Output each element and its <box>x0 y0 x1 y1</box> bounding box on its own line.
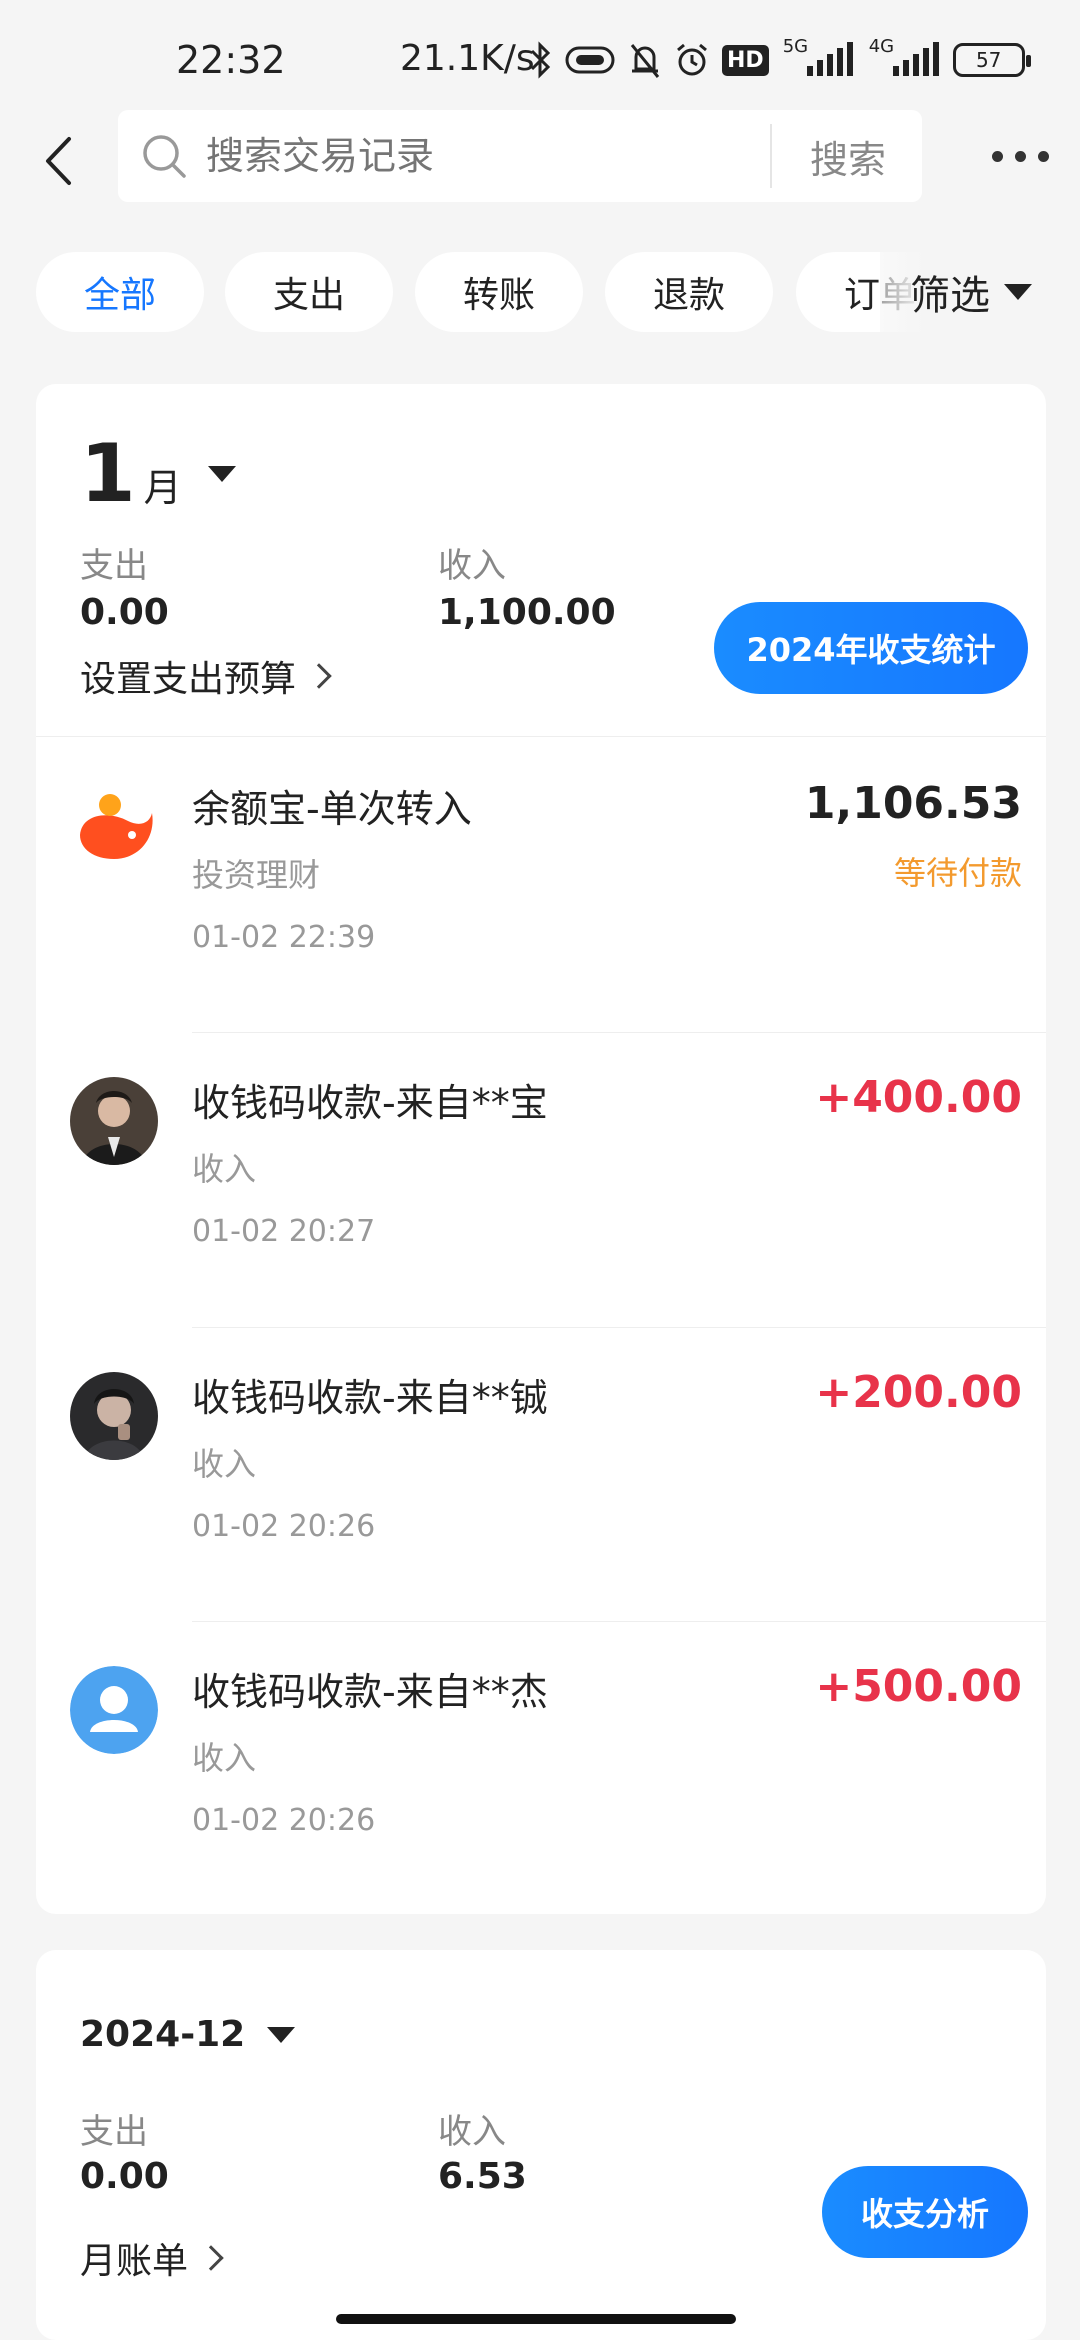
transaction-category: 收入 <box>192 1445 257 1483</box>
transaction-title: 收钱码收款-来自**杰 <box>192 1670 548 1714</box>
search-divider <box>770 124 772 188</box>
transaction-time: 01-02 20:26 <box>192 1803 376 1838</box>
dot-icon <box>1014 150 1026 162</box>
month-summary-card: 1 月 支出 0.00 收入 1,100.00 设置支出预算 2024年收支统计… <box>36 384 1046 1914</box>
status-bar: 22:32 21.1K/s HD 5G 4G 57 <box>0 0 1080 110</box>
alarm-icon <box>677 43 707 76</box>
signal-4g-icon: 4G <box>867 36 941 80</box>
monthly-bill-label: 月账单 <box>80 2241 189 2282</box>
expense-value: 0.00 <box>80 2156 169 2197</box>
vibrate-icon <box>565 46 615 74</box>
search-button[interactable]: 搜索 <box>774 110 922 202</box>
search-box: 搜索 <box>118 110 922 202</box>
transaction-row[interactable]: 余额宝-单次转入 投资理财 01-02 22:39 1,106.53 等待付款 <box>36 738 1046 1033</box>
transaction-title: 收钱码收款-来自**铖 <box>192 1376 548 1420</box>
search-icon <box>143 135 186 178</box>
expense-label: 支出 <box>80 2112 148 2152</box>
transaction-time: 01-02 22:39 <box>192 920 376 955</box>
row-divider <box>192 1327 1046 1328</box>
yuebao-icon <box>70 783 158 871</box>
user-avatar <box>70 1372 158 1460</box>
network-speed: 21.1K/s <box>400 38 535 79</box>
status-time: 22:32 <box>176 38 286 82</box>
mute-bell-icon <box>630 44 660 78</box>
transaction-amount: +400.00 <box>815 1072 1022 1123</box>
transaction-row[interactable]: 收钱码收款-来自**铖 收入 01-02 20:26 +200.00 <box>36 1327 1046 1622</box>
search-header: 搜索 <box>0 110 1080 210</box>
transaction-amount: 1,106.53 <box>804 778 1022 829</box>
expense-value: 0.00 <box>80 592 169 633</box>
filter-chip-expense[interactable]: 支出 <box>225 252 393 332</box>
transaction-amount: +200.00 <box>815 1367 1022 1418</box>
transaction-category: 投资理财 <box>192 856 321 894</box>
month-selector[interactable]: 1 月 <box>80 434 236 514</box>
month-label: 2024-12 <box>80 2014 246 2055</box>
transaction-title: 收钱码收款-来自**宝 <box>192 1081 548 1125</box>
income-value: 1,100.00 <box>438 592 616 633</box>
signal-5g-icon: 5G <box>781 36 855 80</box>
income-value: 6.53 <box>438 2156 527 2197</box>
net-label-5g: 5G <box>782 36 809 57</box>
transaction-time: 01-02 20:27 <box>192 1214 376 1249</box>
transaction-row[interactable]: 收钱码收款-来自**宝 收入 01-02 20:27 +400.00 <box>36 1032 1046 1327</box>
divider <box>36 736 1046 737</box>
chevron-left-icon <box>46 137 71 185</box>
row-divider <box>192 1621 1046 1622</box>
default-user-icon <box>70 1666 158 1754</box>
home-indicator[interactable] <box>336 2314 736 2324</box>
chevron-right-icon <box>198 2245 224 2271</box>
back-button[interactable] <box>28 126 88 196</box>
hd-icon: HD <box>722 44 769 76</box>
user-avatar <box>70 1077 158 1165</box>
expense-label: 支出 <box>80 546 148 586</box>
filter-label: 筛选 <box>910 273 990 319</box>
yearly-stats-button[interactable]: 2024年收支统计 <box>714 602 1028 694</box>
transaction-category: 收入 <box>192 1739 257 1777</box>
monthly-bill-link[interactable]: 月账单 <box>80 2232 224 2284</box>
month-unit: 月 <box>143 466 182 510</box>
income-label: 收入 <box>438 2112 506 2152</box>
filter-button[interactable]: 筛选 <box>910 252 1032 332</box>
search-input[interactable] <box>204 130 764 182</box>
bluetooth-icon <box>530 41 551 79</box>
transaction-row[interactable]: 收钱码收款-来自**杰 收入 01-02 20:26 +500.00 <box>36 1621 1046 1914</box>
caret-down-icon <box>267 2026 296 2043</box>
transaction-status: 等待付款 <box>893 854 1022 892</box>
month-summary-card: 2024-12 支出 0.00 收入 6.53 月账单 收支分析 <box>36 1950 1046 2340</box>
filter-chip-refund[interactable]: 退款 <box>605 252 773 332</box>
month-selector[interactable]: 2024-12 <box>80 2014 296 2055</box>
dot-icon <box>991 150 1003 162</box>
chevron-right-icon <box>306 663 332 689</box>
analysis-button[interactable]: 收支分析 <box>822 2166 1028 2258</box>
filter-chip-all[interactable]: 全部 <box>36 252 204 332</box>
dot-icon <box>1037 150 1049 162</box>
transaction-title: 余额宝-单次转入 <box>192 787 472 831</box>
set-budget-link[interactable]: 设置支出预算 <box>80 650 332 702</box>
filter-bar: 全部 支出 转账 退款 订单 筛选 <box>0 252 1080 338</box>
more-options-button[interactable] <box>980 136 1060 176</box>
filter-chip-transfer[interactable]: 转账 <box>415 252 583 332</box>
income-label: 收入 <box>438 546 506 586</box>
transaction-amount: +500.00 <box>815 1661 1022 1712</box>
month-number: 1 <box>80 427 136 520</box>
transaction-category: 收入 <box>192 1150 257 1188</box>
caret-down-icon <box>1004 284 1032 300</box>
battery-level: 57 <box>975 48 1002 72</box>
status-icons: HD 5G 4G 57 <box>528 36 1031 80</box>
row-divider <box>192 1032 1046 1033</box>
transaction-time: 01-02 20:26 <box>192 1509 376 1544</box>
caret-down-icon <box>207 466 236 482</box>
budget-label: 设置支出预算 <box>80 659 297 700</box>
battery-icon: 57 <box>952 43 1031 77</box>
net-label-4g: 4G <box>868 36 895 57</box>
